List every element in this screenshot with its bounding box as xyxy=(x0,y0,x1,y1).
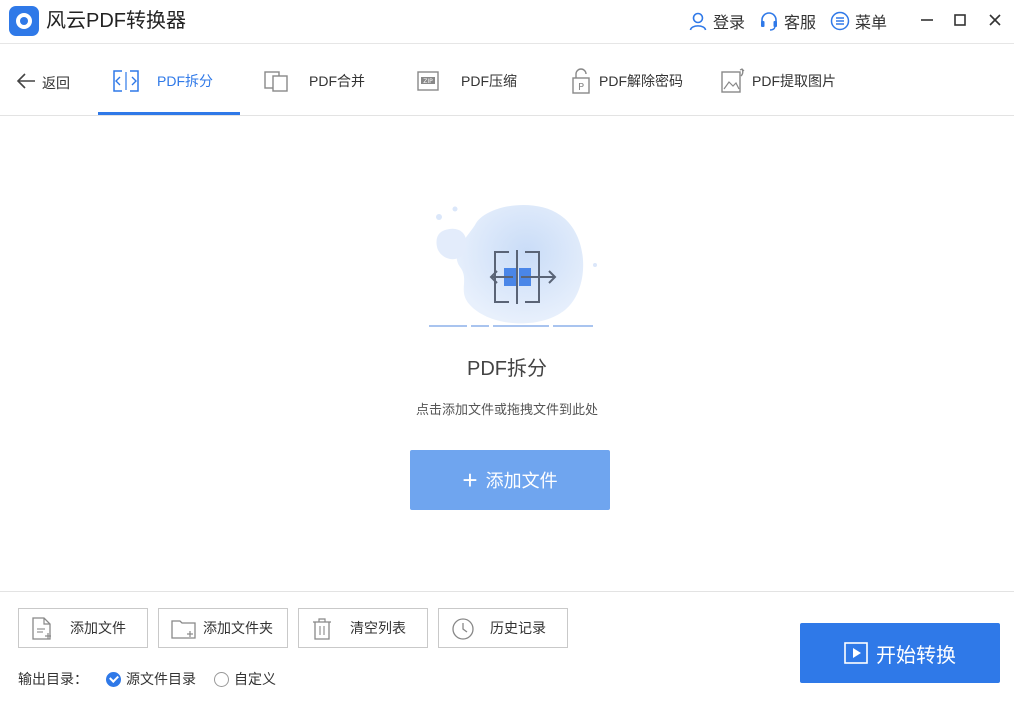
menu-label: 菜单 xyxy=(855,15,888,32)
output-source-dir-radio[interactable]: 源文件目录 xyxy=(106,669,196,689)
add-file-main-label: 添加文件 xyxy=(485,471,558,491)
headset-icon xyxy=(761,12,778,31)
split-illustration xyxy=(429,204,597,327)
output-directory-row: 输出目录： 源文件目录 自定义 xyxy=(18,669,276,689)
tab-label: PDF压缩 xyxy=(461,72,517,89)
output-custom-label: 自定义 xyxy=(234,671,276,687)
tab-label: PDF拆分 xyxy=(157,72,213,89)
maximize-button[interactable] xyxy=(948,8,972,32)
clear-list-label: 清空列表 xyxy=(350,620,406,636)
output-custom-radio[interactable]: 自定义 xyxy=(214,669,276,689)
minimize-icon xyxy=(921,19,933,21)
radio-checked-icon xyxy=(106,671,121,687)
maximize-icon xyxy=(954,14,966,26)
back-label: 返回 xyxy=(42,75,70,91)
play-icon xyxy=(844,642,868,664)
menu-icon xyxy=(830,11,850,31)
tab-pdf-split[interactable]: PDF拆分 xyxy=(111,45,213,116)
back-button[interactable]: 返回 xyxy=(16,69,70,93)
close-icon xyxy=(989,14,1001,26)
minimize-button[interactable] xyxy=(915,8,939,32)
output-source-dir-label: 源文件目录 xyxy=(126,671,196,687)
arrow-left-icon xyxy=(16,73,35,89)
svg-text:P: P xyxy=(578,82,584,93)
user-icon xyxy=(689,12,707,31)
app-window: 风云PDF转换器 登录 客服 菜单 返回 PDF拆分 PDF合并 ZIP PDF… xyxy=(0,0,1014,708)
title-bar: 风云PDF转换器 登录 客服 菜单 xyxy=(0,0,1014,44)
support-button[interactable]: 客服 xyxy=(759,9,816,33)
tab-pdf-extract-images[interactable]: PDF提取图片 xyxy=(720,45,836,116)
split-icon xyxy=(113,69,139,92)
plus-icon: + xyxy=(462,465,478,495)
start-convert-label: 开始转换 xyxy=(876,644,956,667)
add-file-label: 添加文件 xyxy=(70,620,126,636)
tab-pdf-unlock[interactable]: P PDF解除密码 xyxy=(571,45,683,116)
app-logo-icon xyxy=(9,6,39,36)
history-button[interactable]: 历史记录 xyxy=(438,608,568,648)
close-button[interactable] xyxy=(983,8,1007,32)
image-extract-icon xyxy=(721,67,745,93)
app-title: 风云PDF转换器 xyxy=(46,10,186,32)
start-convert-button[interactable]: 开始转换 xyxy=(800,623,1000,683)
merge-icon xyxy=(264,70,288,92)
tab-label: PDF合并 xyxy=(309,72,365,89)
tab-label: PDF解除密码 xyxy=(599,72,683,89)
svg-text:ZIP: ZIP xyxy=(423,78,433,85)
login-label: 登录 xyxy=(713,15,746,32)
tab-pdf-compress[interactable]: ZIP PDF压缩 xyxy=(417,45,517,116)
add-folder-label: 添加文件夹 xyxy=(203,620,273,636)
output-directory-label: 输出目录： xyxy=(18,671,88,687)
add-folder-button[interactable]: 添加文件夹 xyxy=(158,608,288,648)
clear-list-button[interactable]: 清空列表 xyxy=(298,608,428,648)
drop-area-hint: 点击添加文件或拖拽文件到此处 xyxy=(415,402,598,417)
menu-button[interactable]: 菜单 xyxy=(830,9,887,33)
add-file-button[interactable]: 添加文件 xyxy=(18,608,148,648)
add-file-main-button[interactable]: + 添加文件 xyxy=(410,450,610,510)
login-button[interactable]: 登录 xyxy=(688,9,745,33)
history-label: 历史记录 xyxy=(490,620,546,636)
tab-bar: 返回 PDF拆分 PDF合并 ZIP PDF压缩 P PDF解除密码 PDF提取… xyxy=(0,45,1014,116)
active-tab-indicator xyxy=(98,112,240,115)
unlock-icon: P xyxy=(572,67,590,94)
bottom-divider xyxy=(0,591,1014,592)
drop-area-title: PDF拆分 xyxy=(467,358,547,380)
support-label: 客服 xyxy=(784,15,817,32)
tab-label: PDF提取图片 xyxy=(752,72,836,89)
zip-icon: ZIP xyxy=(417,70,439,91)
radio-unchecked-icon xyxy=(214,671,229,687)
header-actions: 登录 客服 菜单 xyxy=(688,9,901,33)
tab-pdf-merge[interactable]: PDF合并 xyxy=(263,45,365,116)
